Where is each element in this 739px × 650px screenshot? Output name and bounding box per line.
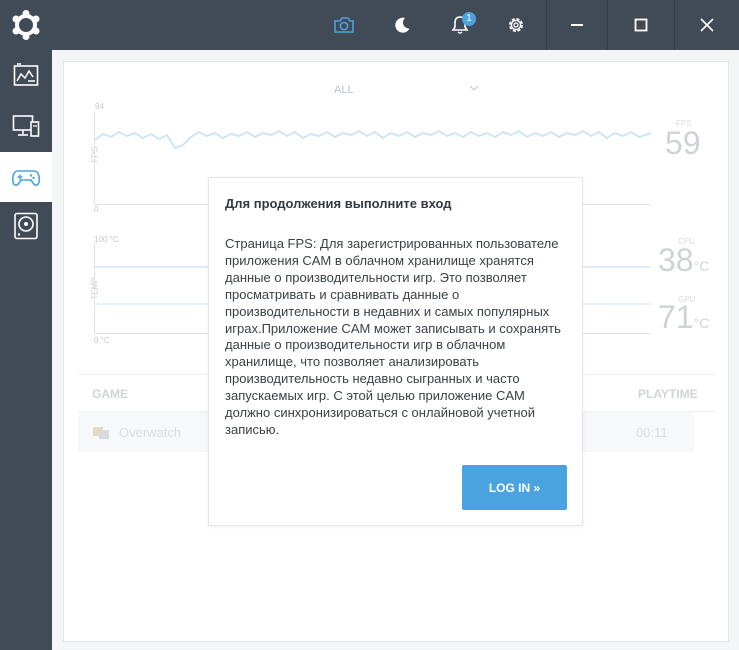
fps-max-tick: 94 bbox=[95, 102, 104, 111]
gpu-temp-unit: °C bbox=[693, 315, 710, 331]
pc-monitor-icon bbox=[12, 115, 40, 137]
sidebar bbox=[0, 0, 52, 650]
gpu-temp: 71°C bbox=[658, 299, 709, 336]
moon-icon bbox=[395, 17, 410, 33]
game-filter-select[interactable]: ALL bbox=[334, 84, 354, 96]
dashboard-icon bbox=[13, 63, 39, 86]
sidebar-item-storage[interactable] bbox=[0, 201, 52, 251]
sidebar-item-dashboard[interactable] bbox=[0, 50, 52, 100]
temp-min-tick: 0 °C bbox=[94, 336, 110, 345]
cpu-temp-value: 38 bbox=[658, 242, 694, 278]
dialog-message: Страница FPS: Для зарегистрированных пол… bbox=[225, 236, 561, 437]
close-icon bbox=[700, 18, 714, 32]
dialog-title: Для продолжения выполните вход bbox=[225, 196, 452, 211]
game-icon bbox=[93, 427, 109, 439]
title-bar: 1 bbox=[52, 0, 739, 50]
cam-logo[interactable] bbox=[0, 0, 52, 50]
temp-max-tick: 100 °C bbox=[94, 235, 119, 244]
minimize-button[interactable] bbox=[547, 0, 607, 50]
cpu-temp-unit: °C bbox=[693, 258, 710, 274]
column-game[interactable]: GAME bbox=[92, 387, 128, 401]
cam-logo-icon bbox=[12, 10, 40, 40]
close-button[interactable] bbox=[675, 0, 739, 50]
hard-drive-icon bbox=[14, 212, 38, 240]
sidebar-item-games[interactable] bbox=[0, 152, 52, 202]
gear-icon bbox=[509, 18, 523, 32]
login-required-dialog: Для продолжения выполните вход Страница … bbox=[208, 177, 583, 526]
chevron-down-icon[interactable] bbox=[469, 84, 479, 92]
fps-value: 59 bbox=[665, 125, 701, 161]
column-playtime[interactable]: PLAYTIME bbox=[638, 387, 698, 401]
minimize-icon bbox=[571, 24, 583, 26]
login-button[interactable]: LOG IN » bbox=[462, 465, 567, 510]
game-name: Overwatch bbox=[119, 425, 182, 440]
gamepad-icon bbox=[11, 170, 41, 186]
screenshot-button[interactable] bbox=[329, 0, 359, 50]
cpu-temp: 38°C bbox=[658, 242, 709, 279]
maximize-icon bbox=[634, 18, 648, 32]
fps-min-tick: 0 bbox=[94, 205, 99, 214]
gpu-temp-value: 71 bbox=[658, 299, 694, 335]
game-playtime: 00:11 bbox=[636, 425, 668, 440]
maximize-button[interactable] bbox=[608, 0, 674, 50]
settings-button[interactable] bbox=[502, 0, 530, 50]
sidebar-item-pc[interactable] bbox=[0, 101, 52, 151]
notification-badge: 1 bbox=[462, 12, 476, 26]
dark-mode-button[interactable] bbox=[388, 0, 416, 50]
camera-icon bbox=[334, 17, 354, 33]
